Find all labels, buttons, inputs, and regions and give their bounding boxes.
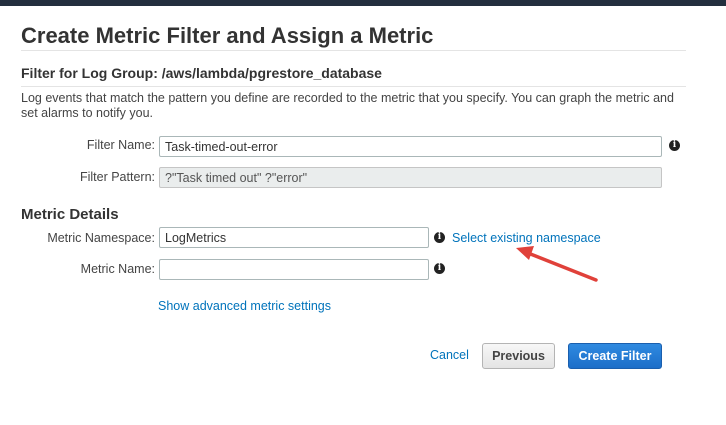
red-arrow-annotation bbox=[516, 246, 598, 282]
